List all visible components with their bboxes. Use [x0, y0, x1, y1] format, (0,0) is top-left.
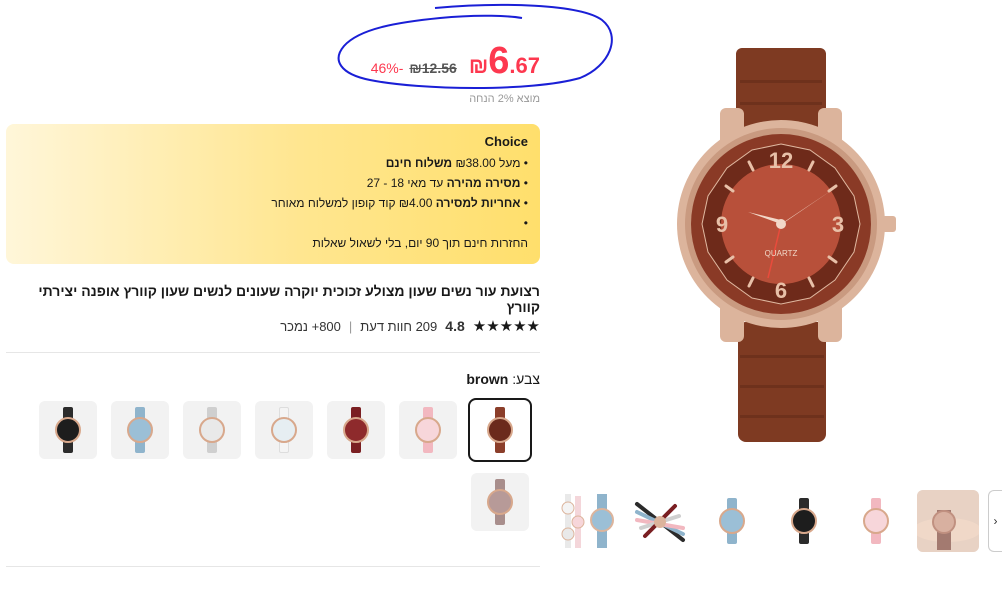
product-title: רצועת עור נשים שעון מצולע זכוכית יוקרה ש… [38, 283, 540, 315]
watch-thumbnail-icon [199, 407, 225, 453]
watch-thumbnail-icon [127, 407, 153, 453]
color-swatch-brown[interactable] [468, 398, 532, 462]
divider [6, 352, 540, 353]
current-price: ₪ 6 .67 [463, 42, 540, 80]
selected-color-name: brown [466, 371, 509, 387]
color-swatch-gray[interactable] [183, 401, 241, 459]
price-decimal: .67 [509, 53, 540, 78]
watch-thumbnail-icon [791, 498, 817, 544]
divider [6, 566, 540, 567]
color-swatch-pink[interactable] [399, 401, 457, 459]
price-integer: 6 [488, 40, 510, 82]
choice-line-fast-delivery: • מסירה מהירה עד מאי 18 - 27 [366, 176, 528, 190]
tax-note: מוצא 2% הנחה [469, 93, 540, 105]
discount-badge: -46% [370, 60, 404, 76]
review-count[interactable]: 209 חוות דעת [360, 319, 437, 334]
svg-text:6: 6 [775, 278, 787, 303]
gallery-thumb-pink[interactable] [845, 490, 907, 552]
gallery-thumb-wrist[interactable] [917, 490, 979, 552]
color-swatch-burgundy[interactable] [327, 401, 385, 459]
color-swatch-black[interactable] [39, 401, 97, 459]
watch-thumbnail-icon [863, 498, 889, 544]
currency-symbol: ₪ [468, 53, 489, 78]
watch-thumbnail-icon [487, 407, 513, 453]
gallery-thumb-black[interactable] [773, 490, 835, 552]
watch-set-icon [635, 502, 685, 542]
watch-thumbnail-icon [55, 407, 81, 453]
gallery-next-arrow-icon[interactable]: › [988, 490, 1002, 552]
choice-benefits-box: Choice • מעל ₪38.00 משלוח חינם • מסירה מ… [6, 124, 540, 264]
star-rating-icon: ★★★★★ [472, 318, 540, 335]
watch-thumbnail-icon [415, 407, 441, 453]
watch-thumbnail-icon [719, 498, 745, 544]
watch-thumbnail-icon [271, 407, 297, 453]
svg-text:QUARTZ: QUARTZ [765, 249, 798, 258]
choice-line-delivery-guarantee: • אחריות למסירה ₪4.00 קוד קופון למשלוח מ… [271, 196, 528, 210]
watch-group-icon [561, 494, 614, 548]
choice-line-free-returns: החזרות חינם תוך 90 יום, בלי לשאול שאלות [312, 236, 528, 250]
color-swatch-blue[interactable] [111, 401, 169, 459]
svg-text:3: 3 [832, 212, 844, 237]
price-row: ₪ 6 .67 ₪12.56 -46% [371, 42, 540, 80]
watch-thumbnail-icon [487, 479, 513, 525]
original-price: ₪12.56 [409, 60, 457, 76]
watch-thumbnail-icon [343, 407, 369, 453]
color-swatch-mauve[interactable] [471, 473, 529, 531]
watch-on-wrist-icon [917, 490, 979, 552]
gallery-thumb-set-group[interactable] [557, 490, 619, 552]
gallery-thumb-set-fan[interactable] [629, 490, 691, 552]
svg-text:9: 9 [716, 212, 728, 237]
rating-row[interactable]: ★★★★★ 4.8 209 חוות דעת | 800+ נמכר [280, 317, 540, 335]
separator: | [348, 318, 353, 334]
color-swatch-white[interactable] [255, 401, 313, 459]
rating-value: 4.8 [445, 318, 465, 334]
choice-title: Choice [484, 134, 528, 149]
gallery-thumb-blue[interactable] [701, 490, 763, 552]
main-product-image[interactable]: 12 3 6 9 QUARTZ [660, 40, 920, 450]
sold-count: 800+ נמכר [280, 318, 341, 334]
color-label: צבע: brown [466, 371, 540, 387]
choice-line-free-shipping: • מעל ₪38.00 משלוח חינם [385, 156, 528, 170]
svg-text:12: 12 [769, 148, 793, 173]
choice-line-bullet: • [523, 216, 528, 230]
